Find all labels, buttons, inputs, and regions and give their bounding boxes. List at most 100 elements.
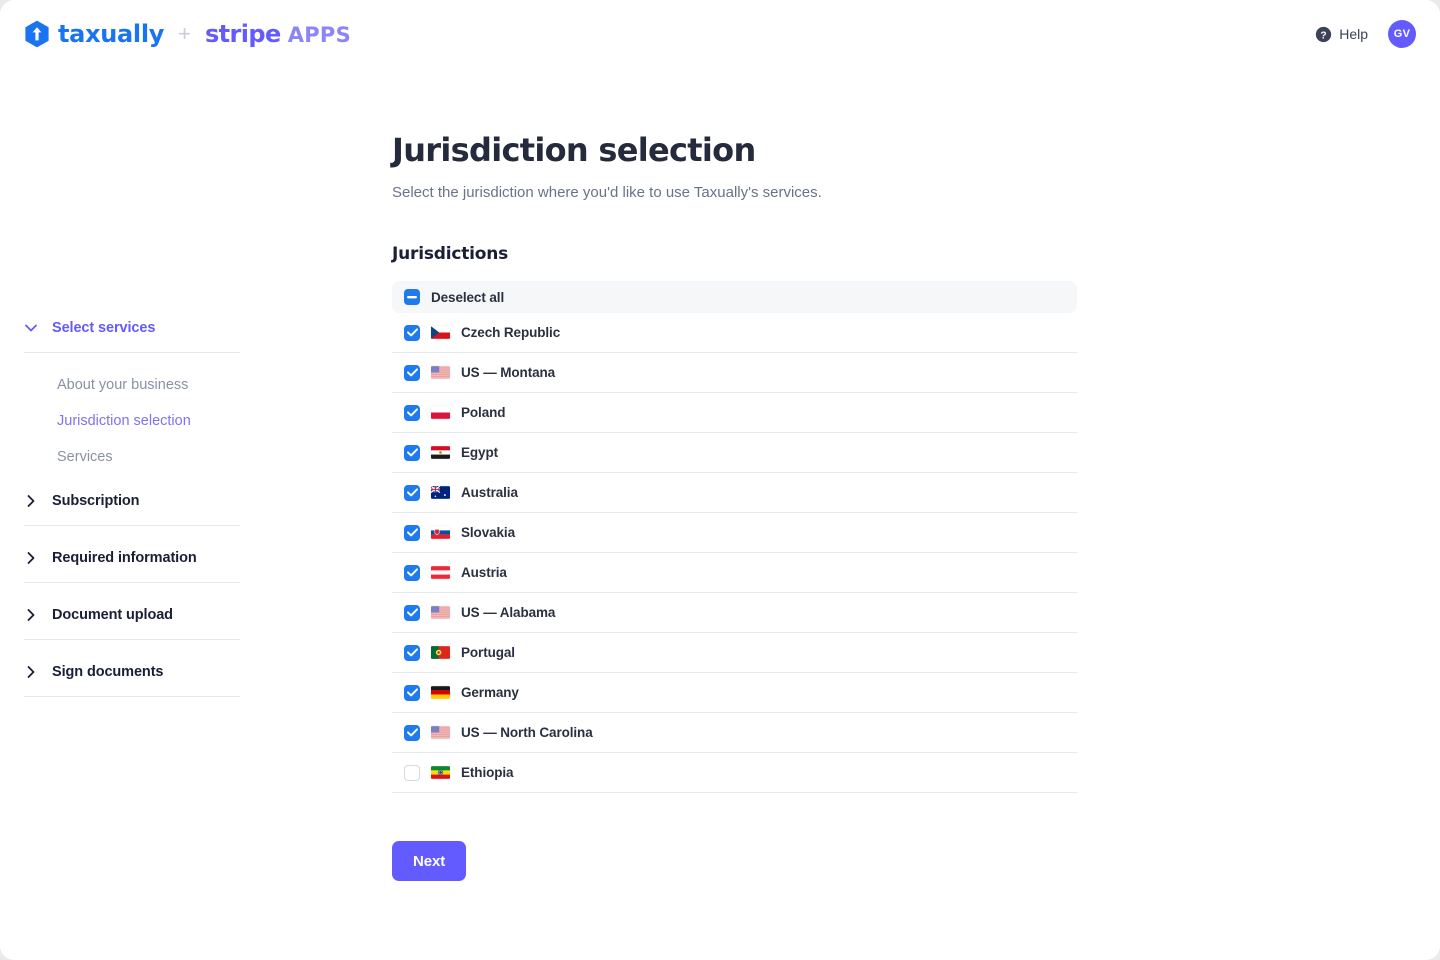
jurisdiction-row[interactable]: Australia	[392, 473, 1077, 513]
flag-icon-us	[431, 606, 450, 619]
deselect-all-checkbox[interactable]	[404, 289, 420, 305]
svg-text:?: ?	[1321, 30, 1327, 41]
sidebar-section-label: Document upload	[52, 607, 173, 623]
jurisdiction-row[interactable]: Poland	[392, 393, 1077, 433]
jurisdiction-checkbox[interactable]	[404, 324, 420, 341]
flag-icon-et	[431, 766, 450, 779]
flag-icon-us	[431, 726, 450, 739]
sidebar-nav: Select services About your business Juri…	[24, 312, 240, 697]
sidebar-section-document-upload: Document upload	[24, 599, 240, 640]
help-label: Help	[1339, 26, 1368, 42]
header-actions: ? Help GV	[1315, 20, 1416, 48]
jurisdiction-label: US — Alabama	[461, 605, 556, 620]
chevron-right-icon	[24, 609, 38, 621]
jurisdiction-checkbox[interactable]	[404, 764, 420, 781]
stripe-wordmark: stripe	[205, 20, 281, 48]
jurisdiction-checkbox[interactable]	[404, 444, 420, 461]
flag-icon-us	[431, 366, 450, 379]
jurisdictions-section-title: Jurisdictions	[392, 244, 509, 264]
taxually-hexagon-icon	[25, 20, 49, 48]
sidebar-section-sign-documents: Sign documents	[24, 656, 240, 697]
app-header: taxually + stripe APPS ? Help GV	[0, 0, 1440, 68]
jurisdiction-checkbox[interactable]	[404, 724, 420, 741]
help-button[interactable]: ? Help	[1315, 26, 1368, 43]
jurisdiction-row[interactable]: US — North Carolina	[392, 713, 1077, 753]
taxually-wordmark: taxually	[58, 20, 165, 48]
sidebar-section-subscription: Subscription	[24, 485, 240, 526]
jurisdiction-row[interactable]: US — Montana	[392, 353, 1077, 393]
avatar[interactable]: GV	[1388, 20, 1416, 48]
page-subtitle: Select the jurisdiction where you'd like…	[392, 184, 822, 201]
sidebar-item-document-upload[interactable]: Document upload	[24, 599, 240, 631]
jurisdiction-label: Australia	[461, 485, 518, 500]
next-button[interactable]: Next	[392, 841, 467, 881]
sidebar-section-select-services: Select services About your business Juri…	[24, 312, 240, 485]
jurisdiction-label: Czech Republic	[461, 325, 561, 340]
jurisdiction-checkbox[interactable]	[404, 364, 420, 381]
chevron-right-icon	[24, 495, 38, 507]
jurisdiction-row[interactable]: Ethiopia	[392, 753, 1077, 793]
jurisdiction-row[interactable]: Egypt	[392, 433, 1077, 473]
jurisdiction-row[interactable]: Czech Republic	[392, 313, 1077, 353]
page-title: Jurisdiction selection	[392, 131, 756, 169]
sidebar-item-required-information[interactable]: Required information	[24, 542, 240, 574]
sidebar-section-label: Sign documents	[52, 664, 164, 680]
deselect-all-label: Deselect all	[431, 289, 505, 305]
sidebar-section-label: Required information	[52, 550, 197, 566]
flag-icon-eg	[431, 446, 450, 459]
jurisdiction-row[interactable]: Slovakia	[392, 513, 1077, 553]
flag-icon-de	[431, 686, 450, 699]
chevron-right-icon	[24, 666, 38, 678]
taxually-logo: taxually	[24, 20, 164, 48]
jurisdiction-label: Slovakia	[461, 525, 515, 540]
jurisdiction-checkbox[interactable]	[404, 604, 420, 621]
jurisdiction-label: US — Montana	[461, 365, 556, 380]
sidebar-divider	[24, 696, 240, 697]
jurisdiction-row[interactable]: Portugal	[392, 633, 1077, 673]
stripe-apps-lockup: stripe APPS	[205, 20, 351, 48]
flag-icon-at	[431, 566, 450, 579]
chevron-right-icon	[24, 552, 38, 564]
jurisdiction-checkbox[interactable]	[404, 524, 420, 541]
flag-icon-pl	[431, 406, 450, 419]
sidebar-item-services[interactable]: Services	[57, 439, 240, 475]
jurisdiction-label: Austria	[461, 565, 507, 580]
sidebar-item-about-your-business[interactable]: About your business	[57, 367, 240, 403]
sidebar-item-jurisdiction-selection[interactable]: Jurisdiction selection	[57, 403, 240, 439]
sidebar-section-label: Select services	[52, 320, 156, 336]
sidebar-section-label: Subscription	[52, 493, 140, 509]
jurisdiction-row[interactable]: US — Alabama	[392, 593, 1077, 633]
plus-separator: +	[178, 21, 191, 46]
jurisdiction-label: Poland	[461, 405, 506, 420]
jurisdiction-list: Deselect all Czech Republic US — Montana Po…	[392, 281, 1077, 793]
jurisdiction-label: Germany	[461, 685, 519, 700]
help-question-icon: ?	[1316, 26, 1332, 42]
flag-icon-cz	[431, 326, 450, 339]
jurisdiction-checkbox[interactable]	[404, 484, 420, 501]
chevron-down-icon	[24, 324, 38, 332]
sidebar-item-sign-documents[interactable]: Sign documents	[24, 656, 240, 688]
jurisdiction-checkbox[interactable]	[404, 684, 420, 701]
sidebar-subitems: About your business Jurisdiction selecti…	[24, 353, 240, 485]
apps-wordmark: APPS	[287, 23, 352, 47]
jurisdiction-checkbox[interactable]	[404, 404, 420, 421]
jurisdiction-label: Portugal	[461, 645, 515, 660]
flag-icon-pt	[431, 646, 450, 659]
app-window: taxually + stripe APPS ? Help GV Select …	[0, 0, 1440, 960]
brand-lockup: taxually + stripe APPS	[24, 20, 351, 48]
sidebar-section-required-information: Required information	[24, 542, 240, 583]
flag-icon-sk	[431, 526, 450, 539]
jurisdiction-row[interactable]: Austria	[392, 553, 1077, 593]
deselect-all-row[interactable]: Deselect all	[392, 281, 1077, 313]
sidebar-item-select-services[interactable]: Select services	[24, 312, 240, 344]
sidebar-item-subscription[interactable]: Subscription	[24, 485, 240, 517]
jurisdiction-checkbox[interactable]	[404, 564, 420, 581]
jurisdiction-label: Egypt	[461, 445, 499, 460]
main-content: Jurisdiction selection Select the jurisd…	[392, 130, 1092, 881]
flag-icon-au	[431, 486, 450, 499]
jurisdiction-row[interactable]: Germany	[392, 673, 1077, 713]
jurisdiction-checkbox[interactable]	[404, 644, 420, 661]
